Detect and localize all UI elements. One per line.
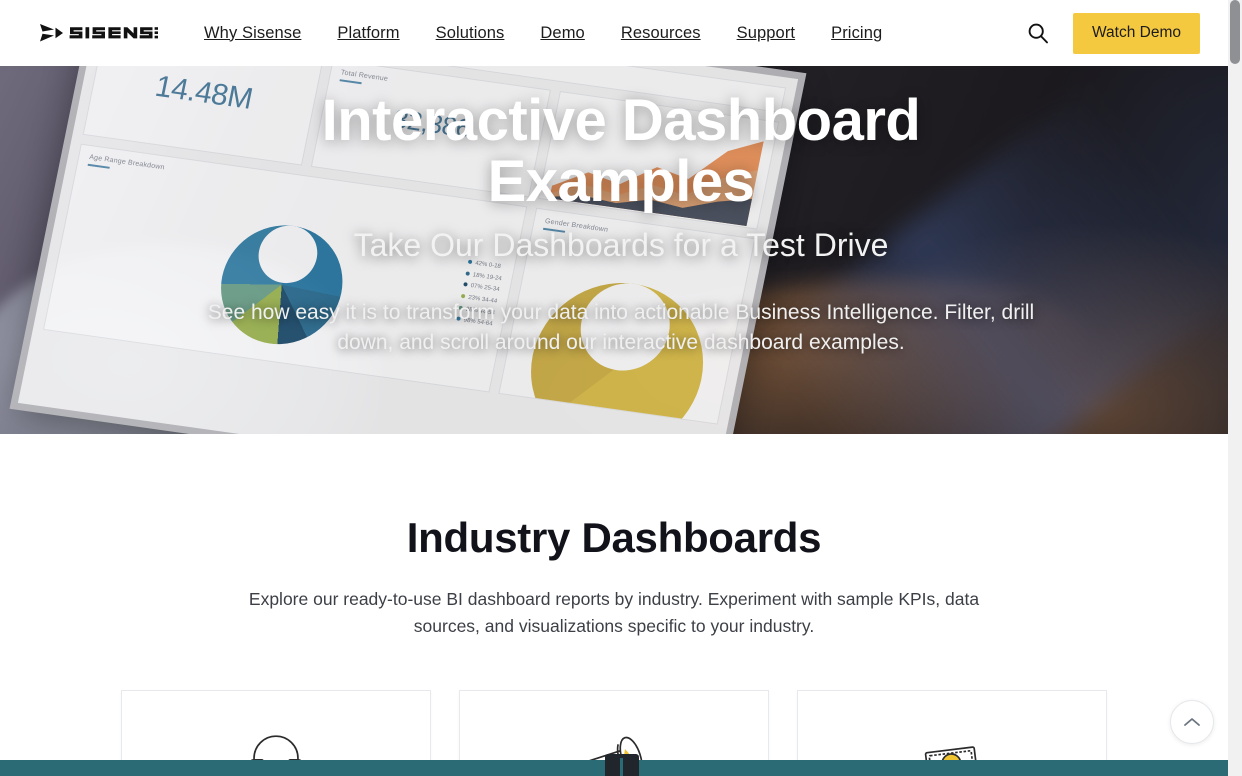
nav-item-pricing[interactable]: Pricing [813,18,900,49]
search-glyph [1028,23,1048,44]
page-root: Why Sisense Platform Solutions Demo Reso… [0,0,1242,776]
watch-demo-button[interactable]: Watch Demo [1072,12,1200,54]
main-navigation: Why Sisense Platform Solutions Demo Reso… [186,18,900,49]
vertical-scrollbar-track[interactable] [1228,0,1242,776]
sisense-logo-icon [40,24,158,42]
footer-figure-graphic [605,754,639,776]
hero-text-block: Interactive Dashboard Examples Take Our … [0,66,1242,434]
chevron-up-icon [1184,718,1200,726]
search-icon[interactable] [1021,16,1055,50]
industry-section-title: Industry Dashboards [406,514,822,561]
vertical-scrollbar-thumb[interactable] [1230,0,1240,64]
hero-subtitle: Take Our Dashboards for a Test Drive [353,226,889,263]
nav-item-platform[interactable]: Platform [319,18,417,49]
header-actions: Watch Demo [1021,12,1200,54]
hero-section: China Total Revenue 14.48M Total Revenue… [0,66,1242,434]
industry-dashboards-section: Industry Dashboards Explore our ready-to… [0,434,1228,776]
hero-title: Interactive Dashboard Examples [321,88,921,215]
nav-item-demo[interactable]: Demo [522,18,602,49]
nav-item-resources[interactable]: Resources [603,18,719,49]
hero-description: See how easy it is to transform your dat… [207,300,1035,354]
sisense-logo[interactable] [40,22,158,44]
scroll-to-top-button[interactable] [1170,700,1214,744]
site-header: Why Sisense Platform Solutions Demo Reso… [0,0,1228,66]
nav-item-solutions[interactable]: Solutions [418,18,523,49]
industry-section-description: Explore our ready-to-use BI dashboard re… [248,589,980,637]
nav-item-support[interactable]: Support [719,18,814,49]
nav-item-why-sisense[interactable]: Why Sisense [186,18,319,49]
